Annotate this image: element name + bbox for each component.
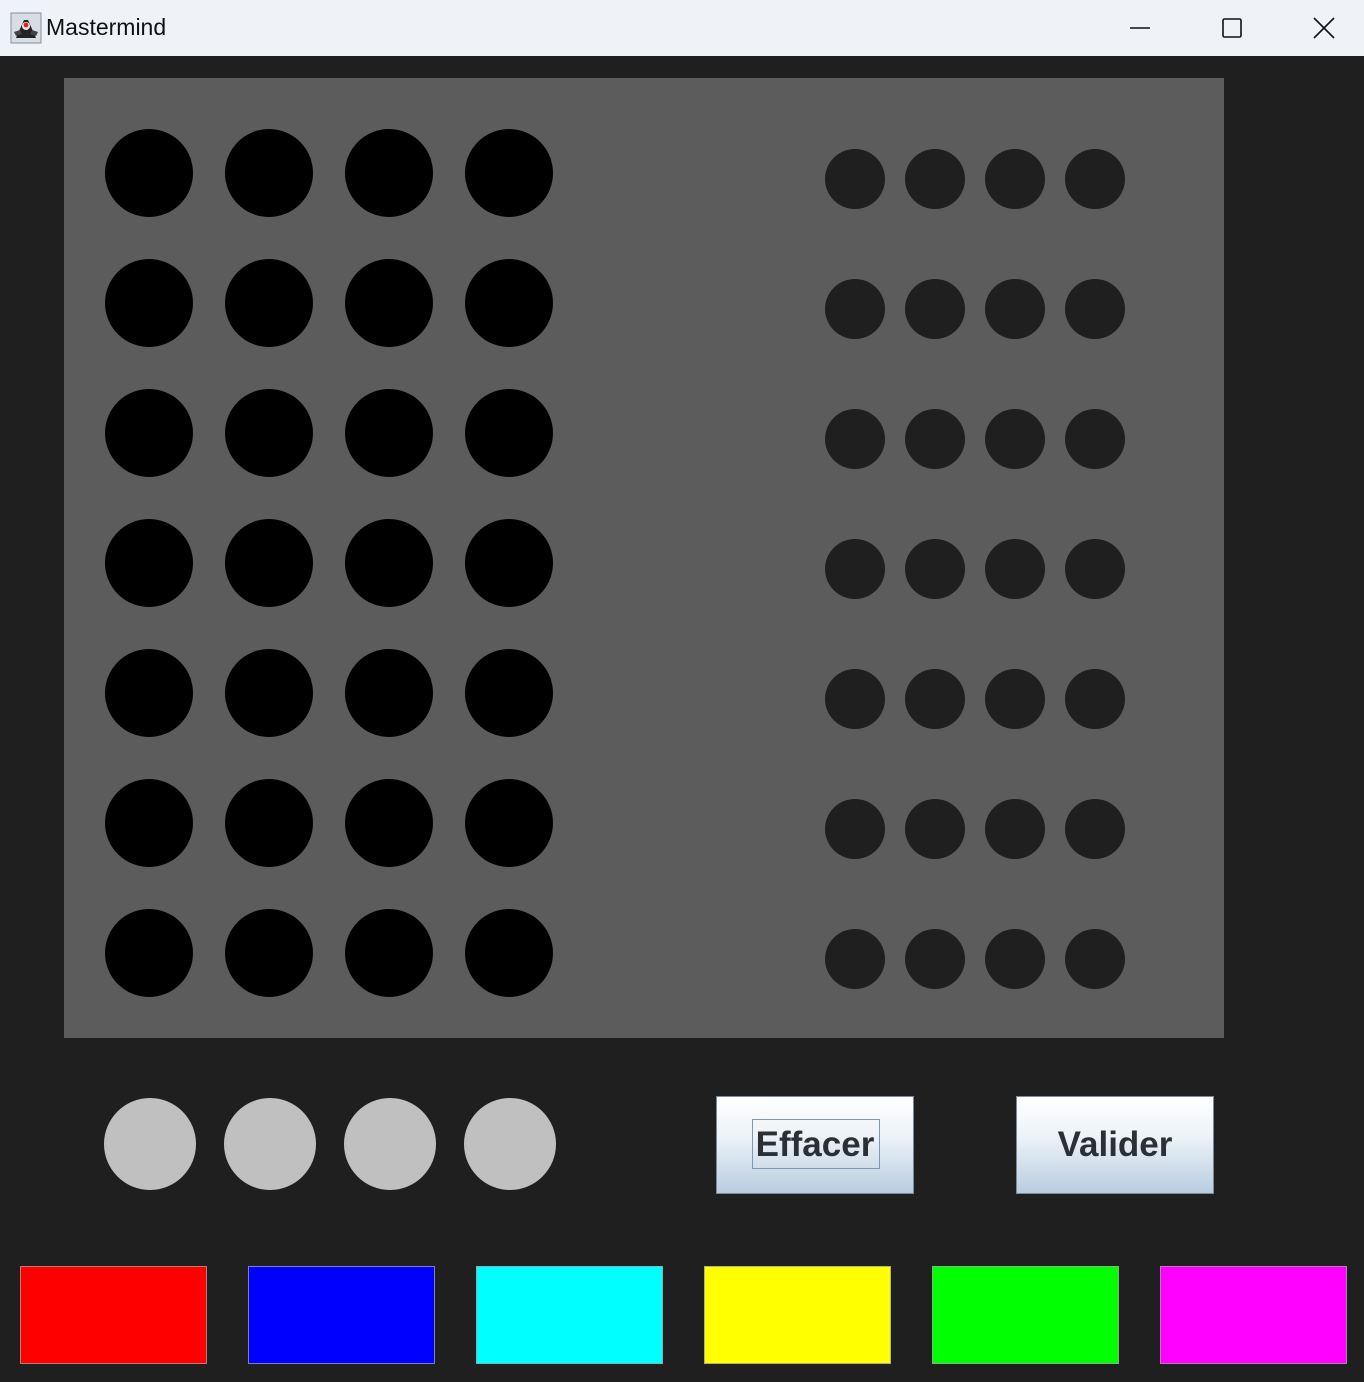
guess-peg	[105, 649, 193, 737]
guess-peg	[225, 389, 313, 477]
hint-peg	[1065, 539, 1125, 599]
close-button[interactable]	[1278, 0, 1364, 56]
guess-peg	[225, 779, 313, 867]
hint-peg	[905, 669, 965, 729]
validate-button-label: Valider	[1057, 1125, 1173, 1164]
hint-peg	[1065, 409, 1125, 469]
hint-peg	[905, 539, 965, 599]
guess-peg	[465, 129, 553, 217]
hint-peg	[825, 669, 885, 729]
hint-peg	[825, 929, 885, 989]
hint-peg	[1065, 279, 1125, 339]
hint-peg	[905, 149, 965, 209]
close-icon	[1313, 17, 1335, 39]
guess-peg	[345, 519, 433, 607]
color-swatch-cyan[interactable]	[476, 1266, 663, 1364]
window-title: Mastermind	[46, 14, 167, 40]
validate-button[interactable]: Valider	[1016, 1096, 1214, 1194]
hint-peg	[1065, 799, 1125, 859]
minimize-icon	[1130, 27, 1150, 29]
guess-peg	[105, 129, 193, 217]
guess-peg	[225, 909, 313, 997]
guess-peg	[105, 389, 193, 477]
guess-peg	[105, 519, 193, 607]
hint-peg	[825, 279, 885, 339]
hint-peg	[985, 279, 1045, 339]
color-swatch-blue[interactable]	[248, 1266, 435, 1364]
guess-peg	[465, 259, 553, 347]
hint-peg	[1065, 929, 1125, 989]
guess-peg	[105, 779, 193, 867]
hint-peg	[985, 669, 1045, 729]
guess-peg	[345, 389, 433, 477]
guess-peg	[345, 259, 433, 347]
java-duke-icon	[10, 12, 42, 44]
hint-peg	[905, 799, 965, 859]
maximize-icon	[1222, 18, 1242, 38]
guess-peg	[465, 649, 553, 737]
guess-peg	[465, 389, 553, 477]
guess-peg	[225, 259, 313, 347]
guess-peg	[225, 129, 313, 217]
title-bar[interactable]: Mastermind	[0, 0, 1364, 56]
hint-peg	[825, 149, 885, 209]
current-guess-slot[interactable]	[464, 1098, 556, 1190]
clear-button[interactable]: Effacer	[716, 1096, 914, 1194]
hint-peg	[905, 279, 965, 339]
current-guess-slot[interactable]	[104, 1098, 196, 1190]
guess-peg	[225, 649, 313, 737]
hint-peg	[985, 539, 1045, 599]
color-swatch-red[interactable]	[20, 1266, 207, 1364]
maximize-button[interactable]	[1186, 0, 1278, 56]
current-guess-slot[interactable]	[224, 1098, 316, 1190]
color-swatch-magenta[interactable]	[1160, 1266, 1347, 1364]
guess-peg	[345, 129, 433, 217]
hint-peg	[985, 799, 1045, 859]
guess-peg	[465, 519, 553, 607]
guess-peg	[225, 519, 313, 607]
color-swatch-yellow[interactable]	[704, 1266, 891, 1364]
guess-peg	[345, 649, 433, 737]
clear-button-label: Effacer	[755, 1125, 875, 1164]
color-swatch-green[interactable]	[932, 1266, 1119, 1364]
guess-peg	[345, 779, 433, 867]
minimize-button[interactable]	[1094, 0, 1186, 56]
hint-peg	[905, 409, 965, 469]
mastermind-window: Mastermind Effacer Valider	[0, 0, 1364, 1382]
game-board	[64, 78, 1224, 1038]
hint-peg	[1065, 149, 1125, 209]
hint-peg	[825, 799, 885, 859]
hint-peg	[985, 929, 1045, 989]
hint-peg	[905, 929, 965, 989]
guess-peg	[345, 909, 433, 997]
guess-peg	[105, 259, 193, 347]
guess-peg	[465, 779, 553, 867]
current-guess-slot[interactable]	[344, 1098, 436, 1190]
guess-peg	[105, 909, 193, 997]
hint-peg	[985, 409, 1045, 469]
guess-peg	[465, 909, 553, 997]
hint-peg	[825, 409, 885, 469]
hint-peg	[1065, 669, 1125, 729]
hint-peg	[985, 149, 1045, 209]
hint-peg	[825, 539, 885, 599]
